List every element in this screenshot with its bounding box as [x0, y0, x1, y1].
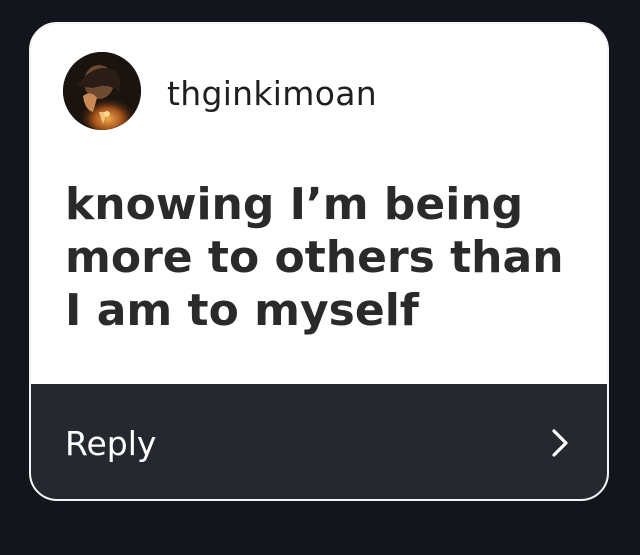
chevron-right-icon[interactable] — [547, 428, 573, 458]
avatar — [63, 52, 141, 130]
post-preview: thginkimoan knowing I’m being more to ot… — [31, 24, 607, 384]
story-reply-card: thginkimoan knowing I’m being more to ot… — [29, 22, 609, 501]
post-message: knowing I’m being more to others than I … — [65, 179, 564, 336]
profile-photo-icon — [63, 52, 141, 130]
reply-button[interactable]: Reply — [65, 424, 156, 463]
username: thginkimoan — [167, 74, 377, 113]
reply-bar[interactable]: Reply — [31, 384, 607, 499]
